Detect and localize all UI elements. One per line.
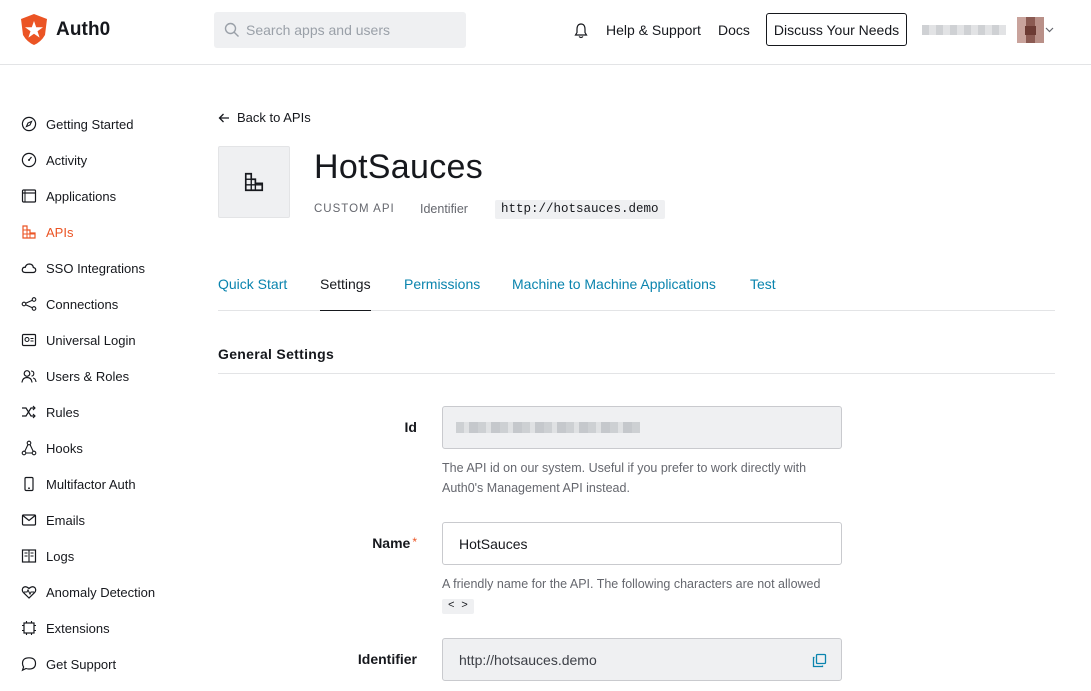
sidebar-item-anomaly-detection[interactable]: Anomaly Detection [20,581,155,603]
compass-icon [20,116,37,133]
auth0-logo[interactable]: Auth0 [19,13,110,46]
api-avatar-tile [218,146,290,218]
sidebar-item-label: Users & Roles [46,368,130,384]
name-help-sentence: A friendly name for the API. The followi… [442,577,821,591]
sidebar-item-label: Multifactor Auth [46,476,136,492]
discuss-needs-button[interactable]: Discuss Your Needs [766,13,907,46]
name-help-text: A friendly name for the API. The followi… [442,574,842,614]
hooks-icon [20,440,37,457]
heart-pulse-icon [20,584,37,601]
phone-icon [20,476,37,493]
id-help-text: The API id on our system. Useful if you … [442,461,807,495]
sidebar-item-get-support[interactable]: Get Support [20,653,116,675]
cloud-icon [20,260,37,277]
sidebar-item-activity[interactable]: Activity [20,149,87,171]
login-icon [20,332,37,349]
sidebar-item-label: Logs [46,548,75,564]
sidebar-item-hooks[interactable]: Hooks [20,437,83,459]
top-bar: Auth0 Help & Support Docs Discuss Your N… [0,0,1091,65]
sidebar-item-label: Connections [46,296,119,312]
identifier-value: http://hotsauces.demo [495,200,665,219]
tab-quick-start[interactable]: Quick Start [218,276,287,311]
api-type-label: CUSTOM API [314,203,395,215]
chat-icon [20,656,37,673]
section-divider [218,373,1055,374]
name-label-text: Name [372,535,411,551]
tab-test[interactable]: Test [750,276,776,311]
brand-name: Auth0 [56,18,111,40]
window-icon [20,188,37,205]
api-tabs: Quick Start Settings Permissions Machine… [218,276,1055,311]
sidebar-item-label: Applications [46,188,117,204]
help-support-link[interactable]: Help & Support [606,22,701,38]
sidebar-item-universal-login[interactable]: Universal Login [20,329,136,351]
sidebar-item-label: SSO Integrations [46,260,145,276]
name-field[interactable] [442,522,842,565]
docs-link[interactable]: Docs [718,22,750,38]
api-icon [20,224,37,241]
sidebar-item-label: Getting Started [46,116,134,132]
tab-permissions[interactable]: Permissions [404,276,480,311]
sidebar-item-emails[interactable]: Emails [20,509,85,531]
identifier-field[interactable] [442,638,842,681]
search-box[interactable] [214,12,466,48]
users-icon [20,368,37,385]
sidebar-item-extensions[interactable]: Extensions [20,617,110,639]
chip-icon [20,620,37,637]
sidebar-item-label: Activity [46,152,88,168]
tenant-name-blurred[interactable] [922,25,1006,35]
tab-settings[interactable]: Settings [320,276,371,311]
copy-icon[interactable] [812,653,827,668]
sidebar-item-label: Emails [46,512,86,528]
avatar[interactable] [1017,17,1044,43]
api-icon [244,172,264,192]
name-label: Name * [300,535,417,551]
gauge-icon [20,152,37,169]
sidebar-item-label: APIs [46,224,74,240]
sidebar-item-logs[interactable]: Logs [20,545,74,567]
back-to-apis-link[interactable]: Back to APIs [218,110,311,125]
sidebar-item-label: Universal Login [46,332,136,348]
sidebar-item-applications[interactable]: Applications [20,185,116,207]
sidebar-item-rules[interactable]: Rules [20,401,79,423]
sidebar-item-label: Anomaly Detection [46,584,156,600]
shuffle-icon [20,404,37,421]
search-input[interactable] [246,22,456,38]
sidebar-item-label: Hooks [46,440,83,456]
mail-icon [20,512,37,529]
chevron-down-icon[interactable] [1045,25,1054,34]
sidebar-item-sso-integrations[interactable]: SSO Integrations [20,257,145,279]
auth0-shield-icon [21,14,47,45]
disallowed-chars: < > [442,599,474,614]
back-label: Back to APIs [237,110,311,125]
sidebar-item-users-roles[interactable]: Users & Roles [20,365,129,387]
sidebar-item-label: Rules [46,404,80,420]
page-title: HotSauces [314,148,484,186]
sidebar-item-label: Get Support [46,656,117,672]
share-icon [20,296,37,313]
search-icon [224,22,239,37]
sidebar-item-label: Extensions [46,620,110,636]
identifier-label: Identifier [420,202,468,216]
sidebar-item-multifactor-auth[interactable]: Multifactor Auth [20,473,136,495]
sidebar-item-apis[interactable]: APIs [20,221,73,243]
required-mark: * [412,535,417,549]
sidebar-item-connections[interactable]: Connections [20,293,118,315]
id-value-blurred [456,422,640,433]
sidebar-item-getting-started[interactable]: Getting Started [20,113,133,135]
book-icon [20,548,37,565]
tab-machine-to-machine-applications[interactable]: Machine to Machine Applications [512,276,716,311]
notification-bell-icon[interactable] [574,22,588,39]
arrow-left-icon [218,113,229,122]
identifier-field-label: Identifier [357,651,417,667]
id-label: Id [404,419,417,435]
section-title: General Settings [218,346,335,362]
